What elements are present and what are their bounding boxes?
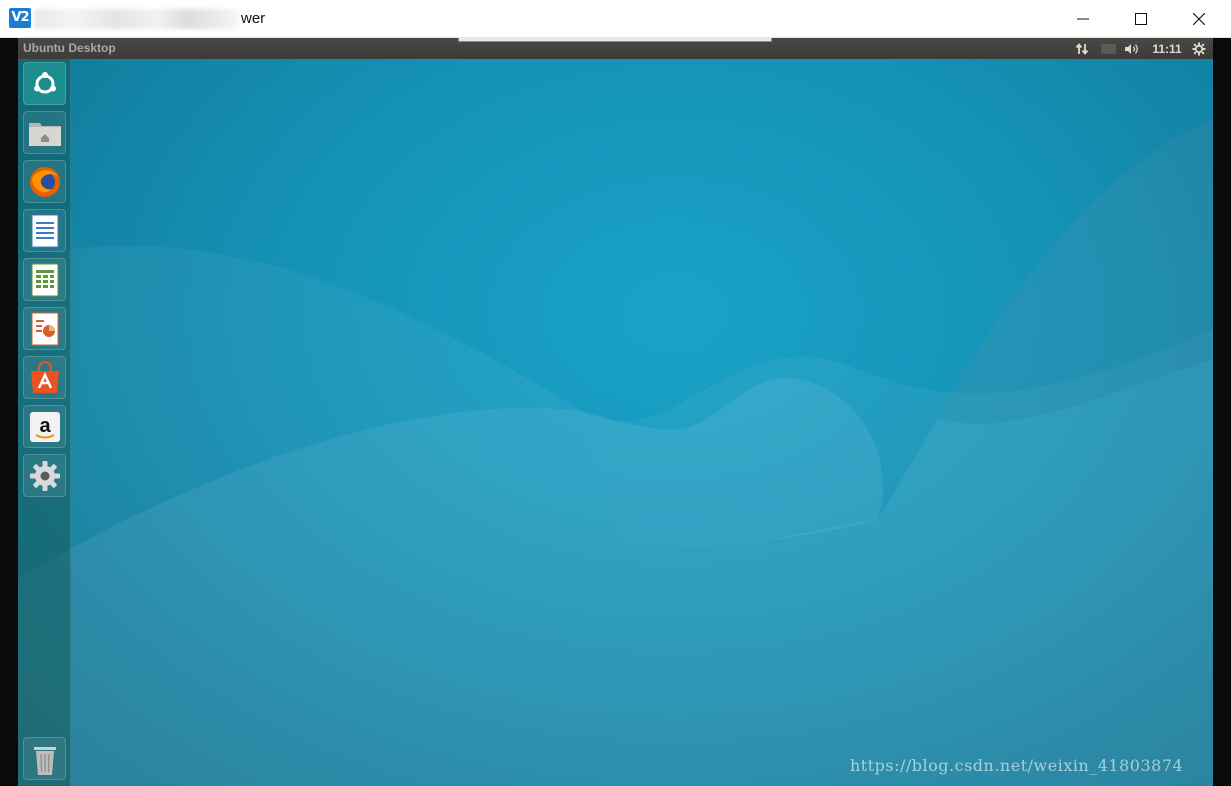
maximize-button[interactable] <box>1112 0 1170 38</box>
sound-indicator[interactable] <box>1122 38 1142 59</box>
keyboard-icon <box>1100 43 1116 54</box>
svg-text:a: a <box>39 415 51 437</box>
close-icon <box>1193 13 1205 25</box>
writer-icon <box>31 214 58 247</box>
launcher-dash-button[interactable] <box>23 62 66 105</box>
keyboard-indicator[interactable] <box>1099 38 1117 59</box>
launcher-impress-button[interactable] <box>23 307 66 350</box>
volume-icon <box>1125 43 1138 54</box>
minimize-button[interactable] <box>1054 0 1112 38</box>
home-folder-icon <box>28 122 61 146</box>
panel-title: Ubuntu Desktop <box>23 41 116 55</box>
firefox-icon <box>29 166 60 197</box>
window-title: wer <box>241 10 266 27</box>
clock[interactable]: 11:11 <box>1150 38 1184 59</box>
close-button[interactable] <box>1170 0 1228 38</box>
launcher-software-button[interactable] <box>23 356 66 399</box>
minimize-icon <box>1077 18 1089 20</box>
network-indicator[interactable] <box>1072 38 1092 59</box>
ubuntu-dash-icon <box>33 71 56 93</box>
launcher-firefox-button[interactable] <box>23 160 66 203</box>
trash-icon <box>33 746 56 775</box>
vnc-app-icon: V2 <box>9 8 31 28</box>
launcher-settings-button[interactable] <box>23 454 66 497</box>
launcher-files-button[interactable] <box>23 111 66 154</box>
launcher-writer-button[interactable] <box>23 209 66 252</box>
software-center-icon <box>30 360 59 393</box>
unity-launcher: a <box>18 59 71 786</box>
watermark-url: https://blog.csdn.net/weixin_41803874 <box>850 756 1184 775</box>
window-titlebar: V2 wer <box>0 0 1231 38</box>
launcher-calc-button[interactable] <box>23 258 66 301</box>
amazon-icon: a <box>29 411 60 442</box>
session-menu[interactable] <box>1190 38 1208 59</box>
impress-icon <box>31 312 58 345</box>
vnc-toolbar-tab[interactable] <box>458 38 772 42</box>
settings-gear-icon <box>29 460 60 491</box>
maximize-icon <box>1135 13 1147 25</box>
launcher-trash-button[interactable] <box>23 737 66 780</box>
launcher-amazon-button[interactable]: a <box>23 405 66 448</box>
wallpaper-waves <box>18 119 1213 786</box>
calc-icon <box>31 263 58 296</box>
desktop-background <box>18 59 1213 786</box>
power-gear-icon <box>1192 42 1206 55</box>
network-arrows-icon <box>1075 42 1089 55</box>
blurred-title-region <box>34 9 239 29</box>
